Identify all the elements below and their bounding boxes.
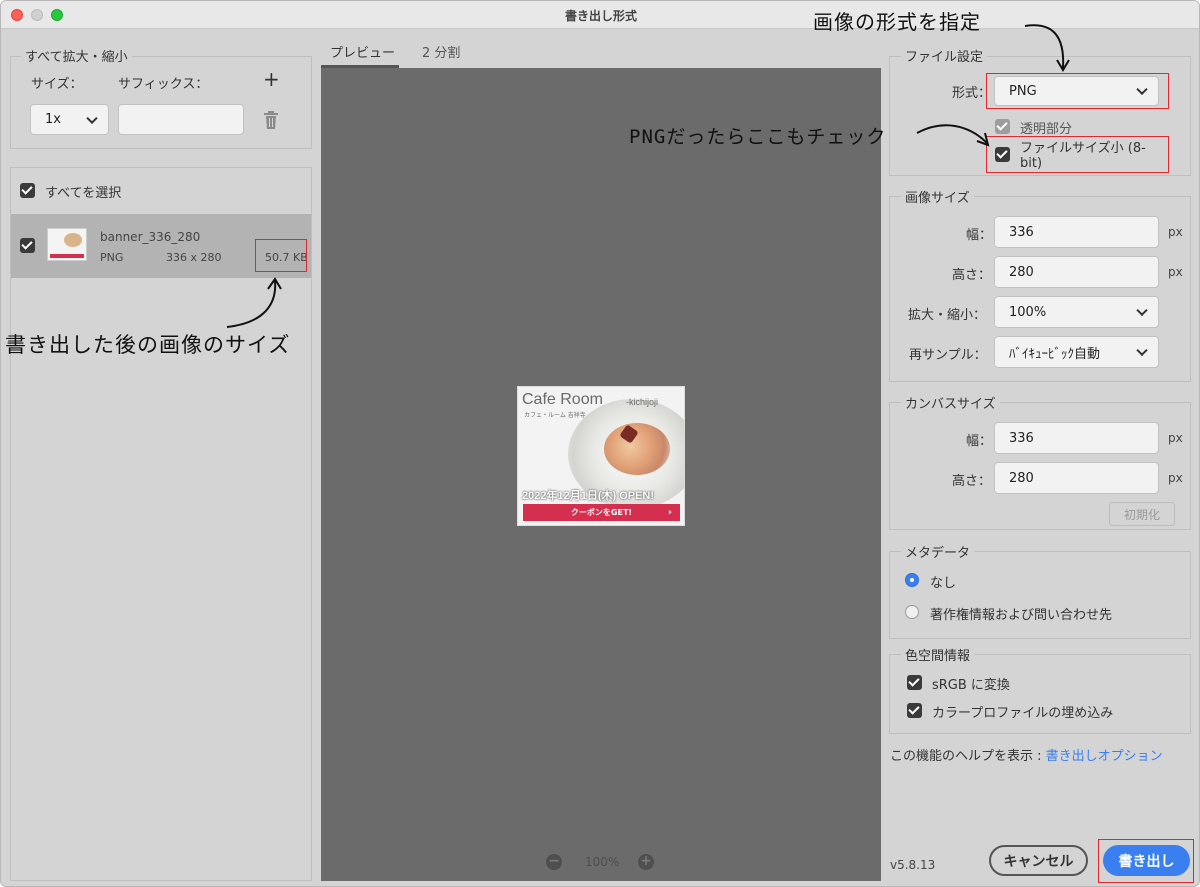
metadata-none-label: なし <box>930 576 957 591</box>
asset-format: PNG <box>100 251 124 264</box>
reset-button[interactable]: 初期化 <box>1109 502 1175 526</box>
select-all-checkbox[interactable] <box>20 183 35 198</box>
export-highlight <box>1098 839 1194 883</box>
canvas-width-input[interactable]: 336 <box>994 422 1159 454</box>
format-annotation: 画像の形式を指定 <box>813 10 981 34</box>
image-height-unit: px <box>1168 265 1183 279</box>
resample-select-value: ﾊﾞｲｷｭｰﾋﾞｯｸ自動 <box>1009 346 1101 362</box>
banner-brand: Cafe Room <box>522 391 603 408</box>
image-width-input[interactable]: 336 <box>994 216 1159 248</box>
asset-name: banner_336_280 <box>100 230 201 244</box>
banner-coupon-button: クーポンをGET! › <box>523 504 680 521</box>
asset-dimensions: 336 x 280 <box>166 251 222 264</box>
select-all-label: すべてを選択 <box>45 186 122 201</box>
metadata-none-radio[interactable] <box>905 573 919 587</box>
banner-coupon-label: クーポンをGET! <box>570 508 633 517</box>
image-height-input[interactable]: 280 <box>994 256 1159 288</box>
png-annotation: PNGだったらここもチェック <box>629 126 887 148</box>
canvas-width-unit: px <box>1168 431 1183 445</box>
banner-sub-jp: カフェ・ルーム 吉祥寺 <box>524 412 586 419</box>
tab-preview[interactable]: プレビュー <box>330 42 395 61</box>
metadata-copyright-radio[interactable] <box>905 605 919 619</box>
image-width-label: 幅： <box>966 228 993 243</box>
embed-profile-label: カラープロファイルの埋め込み <box>932 706 1114 721</box>
thumbnail-coupon-bar <box>50 254 84 258</box>
transparency-checkbox[interactable] <box>995 119 1010 134</box>
help-link[interactable]: 書き出しオプション <box>1046 749 1163 764</box>
zoom-out-icon[interactable]: − <box>546 854 562 870</box>
canvas-height-input[interactable]: 280 <box>994 462 1159 494</box>
zoom-in-icon[interactable]: + <box>638 854 654 870</box>
asset-checkbox[interactable] <box>20 238 35 253</box>
cancel-button[interactable]: キャンセル <box>989 845 1088 876</box>
size-select-value: 1x <box>45 112 61 127</box>
canvas-width-label: 幅： <box>966 434 993 449</box>
banner-date: 2022年12月1日(木) OPEN! <box>522 490 655 502</box>
canvas-height-label: 高さ： <box>952 474 992 489</box>
banner-sub: -kichijoji <box>626 397 659 407</box>
srgb-label: sRGB に変換 <box>932 678 1010 693</box>
banner-preview: Cafe Room -kichijoji カフェ・ルーム 吉祥寺 2022年12… <box>517 386 685 526</box>
chevron-down-icon <box>86 112 98 124</box>
suffix-label: サフィックス： <box>118 77 209 92</box>
size-label: サイズ： <box>31 77 83 92</box>
format-highlight <box>986 73 1169 109</box>
version-label: v5.8.13 <box>890 858 936 872</box>
help-text: この機能のヘルプを表示 : 書き出しオプション <box>890 745 1163 764</box>
scale-select[interactable]: 100% <box>994 296 1159 328</box>
srgb-checkbox[interactable] <box>907 675 922 690</box>
png-annotation-arrow <box>916 124 990 147</box>
image-width-unit: px <box>1168 225 1183 239</box>
embed-profile-checkbox[interactable] <box>907 703 922 718</box>
thumbnail-image <box>64 233 82 247</box>
scale-label: 拡大・縮小： <box>908 308 987 323</box>
color-space-legend: 色空間情報 <box>901 645 975 664</box>
color-space-group <box>889 654 1191 734</box>
trash-icon[interactable] <box>263 111 279 129</box>
scale-group-legend: すべて拡大・縮小 <box>21 46 132 65</box>
metadata-group <box>889 551 1191 639</box>
tab-split[interactable]: 2 分割 <box>422 42 460 61</box>
filesize-highlight <box>255 239 307 272</box>
transparency-label: 透明部分 <box>1020 122 1073 137</box>
asset-thumbnail <box>47 228 87 261</box>
metadata-legend: メタデータ <box>901 542 975 561</box>
format-annotation-arrow <box>1024 24 1070 72</box>
banner-coupon-arrow: › <box>667 507 672 518</box>
chevron-down-icon <box>1136 344 1148 357</box>
size-select[interactable]: 1x <box>30 104 109 135</box>
add-scale-icon[interactable]: + <box>263 69 280 89</box>
size-annotation-arrow <box>226 277 282 328</box>
resample-label: 再サンプル： <box>909 348 987 363</box>
file-settings-legend: ファイル設定 <box>901 46 988 65</box>
canvas-height-unit: px <box>1168 471 1183 485</box>
small-file-highlight <box>986 136 1169 173</box>
help-prefix: この機能のヘルプを表示 : <box>890 749 1046 764</box>
scale-select-value: 100% <box>1009 304 1047 320</box>
suffix-input[interactable] <box>118 104 244 135</box>
image-size-legend: 画像サイズ <box>901 187 974 206</box>
resample-select[interactable]: ﾊﾞｲｷｭｰﾋﾞｯｸ自動 <box>994 336 1159 368</box>
image-height-label: 高さ： <box>952 268 992 283</box>
zoom-level: 100% <box>585 855 620 869</box>
metadata-copyright-label: 著作権情報および問い合わせ先 <box>930 608 1113 623</box>
export-dialog-window: 書き出し形式 すべて拡大・縮小 サイズ： サフィックス： + 1x すべてを選択… <box>0 0 1200 887</box>
canvas-size-legend: カンバスサイズ <box>901 393 1000 412</box>
chevron-down-icon <box>1136 304 1148 317</box>
